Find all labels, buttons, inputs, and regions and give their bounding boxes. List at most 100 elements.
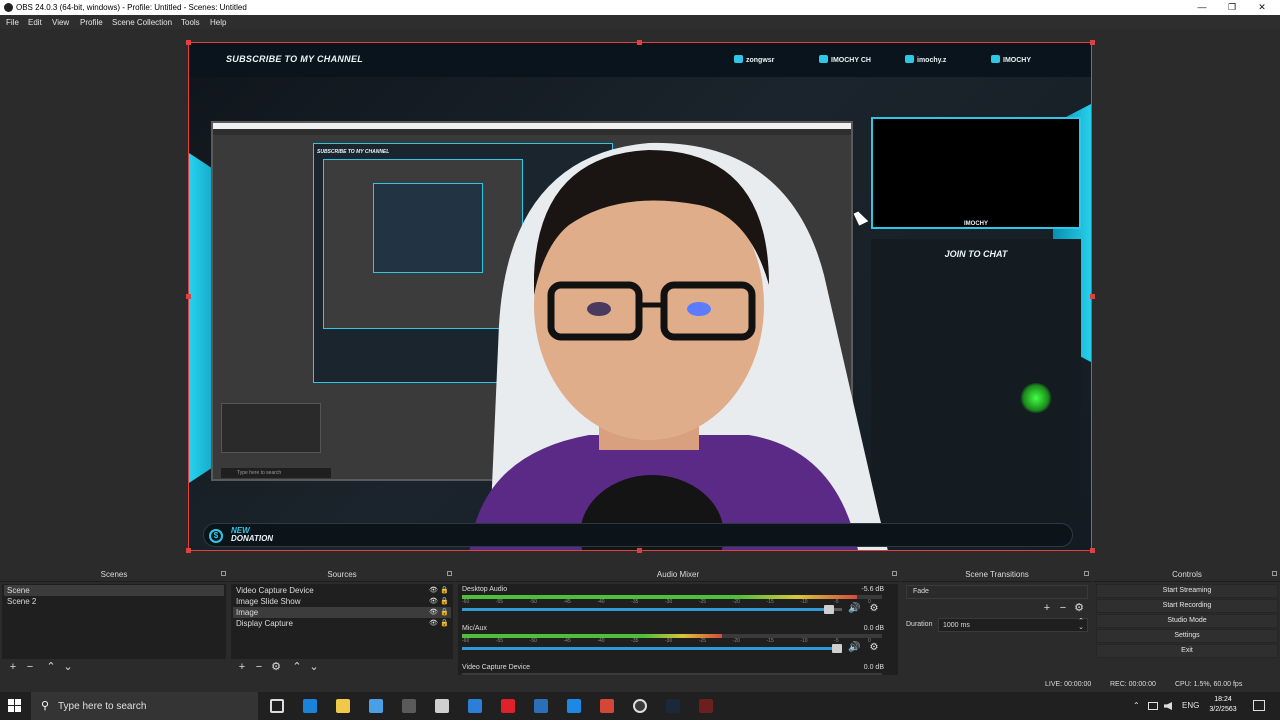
menu-view[interactable]: View — [52, 18, 69, 27]
eye-icon[interactable]: 👁 — [429, 609, 438, 616]
menu-scene-collection[interactable]: Scene Collection — [112, 18, 172, 27]
volume-icon[interactable] — [1164, 702, 1172, 710]
resize-handle-br[interactable] — [1090, 548, 1095, 553]
spin-down-icon[interactable]: ⌄ — [1078, 624, 1084, 631]
mail-icon[interactable] — [435, 699, 449, 713]
undock-icon[interactable] — [892, 571, 897, 576]
network-icon[interactable] — [1148, 702, 1158, 710]
adobe-icon[interactable] — [699, 699, 713, 713]
resize-handle-bl[interactable] — [186, 548, 191, 553]
exit-button[interactable]: Exit — [1096, 644, 1278, 658]
lock-icon[interactable]: 🔒 — [440, 620, 449, 627]
windows-start-icon[interactable] — [8, 699, 22, 713]
lock-icon[interactable]: 🔒 — [440, 609, 449, 616]
volume-slider-knob[interactable] — [824, 605, 835, 614]
volume-slider[interactable] — [462, 644, 842, 653]
gear-icon[interactable]: ⚙ — [868, 642, 880, 654]
maximize-button[interactable]: ❐ — [1218, 0, 1246, 15]
browser-icon[interactable] — [567, 699, 581, 713]
transition-properties-button[interactable]: ⚙ — [1072, 601, 1086, 615]
chrome-icon[interactable] — [600, 699, 614, 713]
tray-chevron-icon[interactable]: ⌃ — [1133, 701, 1140, 710]
action-center-icon[interactable] — [1253, 700, 1265, 711]
remove-transition-button[interactable]: − — [1056, 601, 1070, 615]
file-explorer-icon[interactable] — [336, 699, 350, 713]
speaker-icon[interactable]: 🔊 — [848, 603, 860, 615]
edge-icon[interactable] — [303, 699, 317, 713]
eye-icon[interactable]: 👁 — [429, 620, 438, 627]
add-source-button[interactable]: + — [235, 660, 249, 674]
source-item[interactable]: Image 👁 🔒 — [233, 607, 451, 618]
minimize-button[interactable]: — — [1188, 0, 1216, 15]
eye-icon[interactable]: 👁 — [429, 598, 438, 605]
menu-edit[interactable]: Edit — [28, 18, 42, 27]
remove-scene-button[interactable]: − — [23, 660, 37, 674]
source-item[interactable]: Image Slide Show 👁 🔒 — [233, 596, 451, 607]
volume-slider-fill — [462, 647, 842, 650]
new-donation-label: NEW DONATION — [231, 527, 273, 543]
undock-icon[interactable] — [221, 571, 226, 576]
volume-slider-knob[interactable] — [832, 644, 842, 653]
resize-handle-tl[interactable] — [186, 40, 191, 45]
remove-source-button[interactable]: − — [252, 660, 266, 674]
preview-canvas[interactable]: SUBSCRIBE TO MY CHANNEL zongwsr IMOCHY C… — [188, 42, 1092, 551]
menu-tools[interactable]: Tools — [181, 18, 200, 27]
move-source-down-button[interactable]: ⌄ — [307, 660, 321, 674]
undock-icon[interactable] — [1084, 571, 1089, 576]
menu-profile[interactable]: Profile — [80, 18, 103, 27]
controls-dock: Controls Start Streaming Start Recording… — [1094, 567, 1280, 677]
nested-scenes-dock — [221, 403, 321, 453]
meter-tick-label: -60 — [462, 638, 470, 644]
gear-icon[interactable]: ⚙ — [868, 603, 880, 615]
duration-spinbox[interactable]: 1000 ms ⌃ ⌄ — [938, 618, 1088, 632]
source-item[interactable]: Display Capture 👁 🔒 — [233, 618, 451, 629]
audio-mixer-body: Desktop Audio -5.6 dB -60 -55 -50 -45 -40 -35 -3… — [458, 584, 898, 675]
pinned-app-icon[interactable] — [369, 699, 383, 713]
language-indicator[interactable]: ENG — [1182, 701, 1199, 710]
menu-help[interactable]: Help — [210, 18, 226, 27]
meter-tick-label: -15 — [766, 599, 774, 605]
close-button[interactable]: ✕ — [1248, 0, 1276, 15]
resize-handle-r[interactable] — [1090, 294, 1095, 299]
add-scene-button[interactable]: + — [6, 660, 20, 674]
settings-button[interactable]: Settings — [1096, 629, 1278, 643]
move-scene-down-button[interactable]: ⌄ — [61, 660, 75, 674]
lock-icon[interactable]: 🔒 — [440, 598, 449, 605]
scene-item[interactable]: Scene 2 — [4, 596, 224, 607]
resize-handle-l[interactable] — [186, 294, 191, 299]
task-view-icon[interactable] — [270, 699, 284, 713]
volume-slider[interactable] — [462, 605, 842, 614]
calculator-icon[interactable] — [402, 699, 416, 713]
resize-handle-t[interactable] — [637, 40, 642, 45]
studio-mode-button[interactable]: Studio Mode — [1096, 614, 1278, 628]
photos-icon[interactable] — [468, 699, 482, 713]
obs-icon[interactable] — [633, 699, 647, 713]
start-streaming-button[interactable]: Start Streaming — [1096, 584, 1278, 598]
source-properties-button[interactable]: ⚙ — [269, 660, 283, 674]
taskbar-search-box[interactable]: ⚲ Type here to search — [31, 692, 258, 720]
speaker-icon[interactable]: 🔊 — [848, 642, 860, 654]
meter-ticks: -60 -55 -50 -45 -40 -35 -30 -25 -20 -15 -10 -5 0 — [462, 599, 882, 606]
move-scene-up-button[interactable]: ⌃ — [44, 660, 58, 674]
taskbar-clock[interactable]: 18:24 3/2/2563 — [1205, 695, 1241, 715]
source-item[interactable]: Video Capture Device 👁 🔒 — [233, 585, 451, 596]
opera-icon[interactable] — [501, 699, 515, 713]
menu-file[interactable]: File — [6, 18, 19, 27]
start-recording-button[interactable]: Start Recording — [1096, 599, 1278, 613]
scene-item[interactable]: Scene — [4, 585, 224, 596]
clock-date: 3/2/2563 — [1209, 706, 1237, 713]
undock-icon[interactable] — [447, 571, 452, 576]
resize-handle-tr[interactable] — [1090, 40, 1095, 45]
add-transition-button[interactable]: + — [1040, 601, 1054, 615]
move-source-up-button[interactable]: ⌃ — [290, 660, 304, 674]
instagram-icon — [905, 55, 914, 63]
meter-tick-label: -55 — [495, 638, 504, 644]
eye-icon[interactable]: 👁 — [429, 587, 438, 594]
lock-icon[interactable]: 🔒 — [440, 587, 449, 594]
steam-icon[interactable] — [666, 699, 680, 713]
editor-icon[interactable] — [534, 699, 548, 713]
undock-icon[interactable] — [1272, 571, 1277, 576]
meter-tick-label: -5 — [834, 599, 839, 605]
resize-handle-b[interactable] — [637, 548, 642, 553]
transition-select[interactable]: Fade — [906, 585, 1088, 599]
